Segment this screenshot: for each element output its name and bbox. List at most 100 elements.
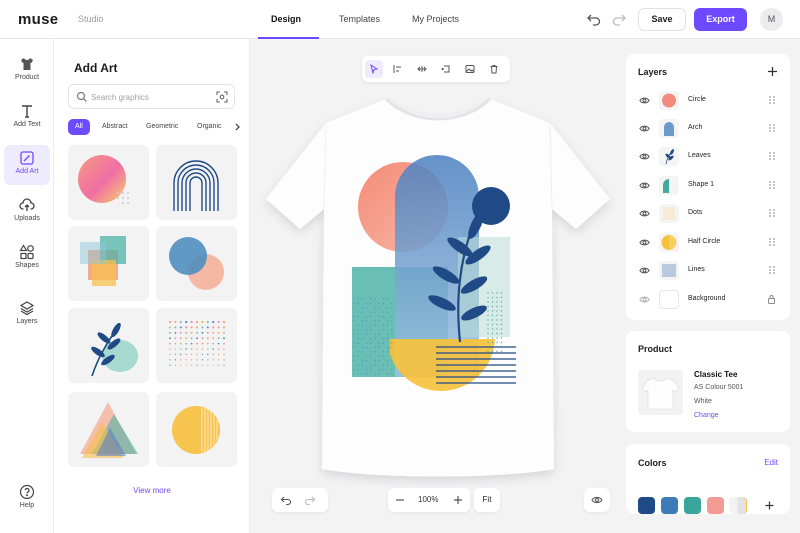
chip-all[interactable]: All [68,119,90,135]
eye-icon[interactable] [639,265,650,276]
drag-handle-icon[interactable] [768,95,776,105]
tshirt-mockup[interactable] [250,87,626,487]
product-color: White [694,398,712,405]
view-more-link[interactable]: View more [54,486,250,495]
search-icon [76,91,87,102]
replace-image-tool[interactable] [461,60,479,78]
layer-row-background[interactable]: Background [626,285,790,313]
drag-handle-icon[interactable] [768,265,776,275]
art-tile-leaf-branch[interactable] [68,308,149,383]
eye-icon[interactable] [639,95,650,106]
move-horizontal-icon [417,66,427,72]
eye-icon[interactable] [639,123,650,134]
canvas-toolbar [362,56,510,82]
layer-thumbnail [659,233,679,252]
undo-icon[interactable] [280,494,292,506]
left-rail: Product Add Text Add Art Uploads Shapes … [0,39,54,533]
text-icon [22,105,32,118]
tshirt-icon [21,58,33,70]
drag-handle-icon[interactable] [768,237,776,247]
select-tool[interactable] [365,60,383,78]
layer-name: Shape 1 [688,181,715,188]
drag-handle-icon[interactable] [768,180,776,190]
edit-colors-link[interactable]: Edit [764,458,778,467]
chip-abstract[interactable]: Abstract [102,119,128,135]
lock-icon[interactable] [767,294,776,304]
product-panel: Product Classic Tee AS Colour 5001 White… [626,331,790,432]
layer-thumbnail [659,119,679,138]
drag-handle-icon[interactable] [768,208,776,218]
chip-organic[interactable]: Organic [197,119,222,135]
tab-my-projects[interactable]: My Projects [412,14,459,24]
app-logo[interactable]: muse [18,11,58,28]
eye-icon[interactable] [639,208,650,219]
eye-icon[interactable] [639,237,650,248]
rail-item-add-art[interactable]: Add Art [4,145,50,185]
add-color-icon[interactable] [765,501,774,510]
tab-design[interactable]: Design [271,14,301,24]
redo-icon[interactable] [304,494,316,506]
rail-item-layers[interactable]: Layers [4,295,50,335]
layer-thumbnail [659,261,679,280]
art-tile-sun-stripes[interactable] [156,392,237,467]
zoom-out-icon[interactable] [394,494,406,506]
layer-row-leaves[interactable]: Leaves [626,142,790,170]
search-placeholder: Search graphics [91,93,149,102]
help-icon [19,484,35,500]
drag-handle-icon[interactable] [768,123,776,133]
artwork-group[interactable] [352,155,516,391]
product-thumbnail [638,370,683,415]
layer-row-shape-1[interactable]: Shape 1 [626,171,790,199]
eye-icon[interactable] [639,180,650,191]
preview-toggle[interactable] [584,488,610,512]
flip-icon [441,65,450,73]
color-swatch[interactable] [684,497,701,514]
align-tool[interactable] [389,60,407,78]
eye-icon[interactable] [639,294,650,305]
color-swatch[interactable] [707,497,724,514]
layer-row-half-circle[interactable]: Half Circle [626,228,790,256]
design-canvas[interactable]: 100% Fit [250,39,626,533]
chip-geometric[interactable]: Geometric [146,119,178,135]
delete-tool[interactable] [485,60,503,78]
color-swatch[interactable] [661,497,678,514]
redo-icon[interactable] [611,11,627,27]
save-button[interactable]: Save [638,8,686,31]
add-art-panel: Add Art Search graphics All Abstract Geo… [54,39,250,533]
rail-item-add-text[interactable]: Add Text [4,98,50,138]
color-swatch[interactable] [638,497,655,514]
art-tile-overlapping-squares[interactable] [68,226,149,301]
art-tile-two-circles[interactable] [156,226,237,301]
fit-button[interactable]: Fit [474,488,500,512]
layer-row-circle[interactable]: Circle [626,86,790,114]
art-tile-gradient-circle[interactable] [68,145,149,220]
flip-tool[interactable] [437,60,455,78]
distribute-tool[interactable] [413,60,431,78]
user-avatar[interactable]: M [760,8,783,31]
rail-item-help[interactable]: Help [4,479,50,519]
zoom-in-icon[interactable] [452,494,464,506]
shapes-icon [19,244,34,260]
eye-icon[interactable] [639,151,650,162]
image-search-icon[interactable] [216,91,228,103]
art-tile-dot-grid[interactable] [156,308,237,383]
art-tile-rainbow-arch[interactable] [156,145,237,220]
search-graphics-input[interactable]: Search graphics [68,84,235,109]
rail-item-uploads[interactable]: Uploads [4,192,50,232]
rail-item-product[interactable]: Product [4,51,50,91]
art-tile-triangles[interactable] [68,392,149,467]
undo-icon[interactable] [586,11,602,27]
change-product-link[interactable]: Change [694,412,719,419]
rail-item-shapes[interactable]: Shapes [4,239,50,279]
layers-title: Layers [638,67,668,77]
layer-row-lines[interactable]: Lines [626,256,790,284]
layer-row-dots[interactable]: Dots [626,199,790,227]
drag-handle-icon[interactable] [768,151,776,161]
layer-row-arch[interactable]: Arch [626,114,790,142]
more-colors-swatch[interactable] [729,497,746,514]
tab-templates[interactable]: Templates [339,14,380,24]
add-layer-icon[interactable] [767,66,778,77]
colors-panel: Colors Edit [626,444,790,514]
chevron-right-icon[interactable] [233,123,241,131]
export-button[interactable]: Export [694,8,747,31]
